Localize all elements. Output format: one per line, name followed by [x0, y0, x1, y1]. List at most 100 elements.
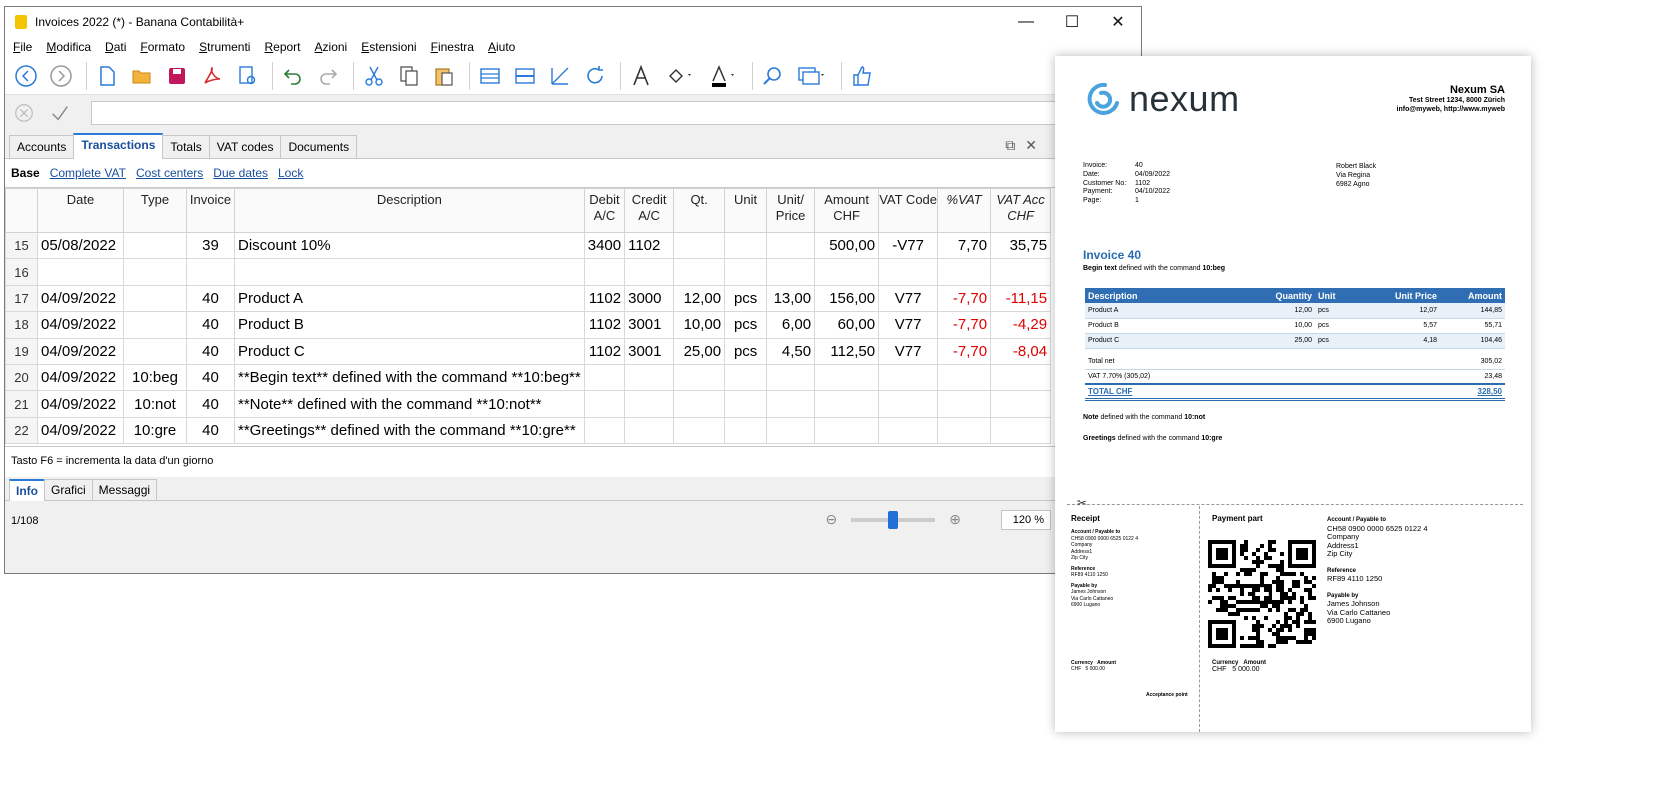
cell-type[interactable] [123, 337, 187, 365]
forward-icon[interactable] [46, 61, 76, 91]
thumbs-up-icon[interactable] [847, 61, 877, 91]
close-button[interactable]: ✕ [1095, 7, 1141, 37]
tab-messaggi[interactable]: Messaggi [91, 479, 158, 500]
cell-debit-account[interactable] [583, 258, 626, 286]
table-row[interactable]: 16 [5, 258, 1052, 286]
fill-color-icon[interactable] [661, 61, 699, 91]
cell-description[interactable]: Discount 10% [234, 231, 585, 260]
column-header-description[interactable]: Description [234, 188, 585, 233]
cell-description[interactable] [234, 258, 585, 286]
view-lock[interactable]: Lock [278, 166, 303, 180]
tab-vat-codes[interactable]: VAT codes [208, 135, 282, 158]
tab-info[interactable]: Info [9, 479, 45, 501]
cell-type[interactable] [123, 231, 187, 260]
cut-icon[interactable] [359, 61, 389, 91]
cell-vat-percent[interactable] [937, 258, 992, 286]
column-header-unit[interactable]: Unit [724, 188, 768, 233]
cell-amount[interactable] [814, 258, 880, 286]
cell-invoice[interactable]: 40 [186, 284, 235, 313]
cell-amount[interactable] [814, 390, 880, 418]
cell-unit-price[interactable] [766, 231, 816, 260]
cell-unit-price[interactable] [766, 390, 816, 418]
cell-debit-account[interactable]: 1102 [583, 284, 626, 313]
zoom-level-field[interactable]: 120 % [1001, 510, 1051, 530]
cell-row-number[interactable]: 16 [5, 258, 38, 286]
cell-vat-percent[interactable]: 7,70 [937, 231, 992, 260]
cell-invoice[interactable]: 40 [186, 390, 235, 418]
zoom-slider-thumb[interactable] [888, 510, 899, 529]
menu-azioni[interactable]: Azioni [315, 40, 348, 54]
new-file-icon[interactable] [92, 61, 122, 91]
pdf-icon[interactable] [197, 61, 227, 91]
cell-quantity[interactable] [673, 258, 726, 286]
cell-amount[interactable]: 156,00 [814, 284, 880, 313]
cell-vat-code[interactable] [878, 416, 939, 445]
cell-amount[interactable]: 112,50 [814, 337, 880, 365]
tab-grafici[interactable]: Grafici [44, 479, 93, 500]
cell-unit[interactable]: pcs [724, 284, 768, 313]
cell-date[interactable]: 04/09/2022 [37, 311, 124, 339]
zoom-slider[interactable] [851, 510, 936, 529]
font-icon[interactable] [626, 61, 656, 91]
cell-type[interactable] [123, 311, 187, 339]
cell-debit-account[interactable]: 1102 [583, 337, 626, 365]
cell-vat-percent[interactable]: -7,70 [937, 311, 992, 339]
view-complete-vat[interactable]: Complete VAT [50, 166, 126, 180]
cell-quantity[interactable] [673, 363, 726, 392]
menu-dati[interactable]: Dati [105, 40, 126, 54]
table-row[interactable]: 15 05/08/2022 39 Discount 10% 3400 1102 500,00… [5, 231, 1052, 260]
cell-edit-input[interactable] [91, 101, 1141, 125]
open-folder-icon[interactable] [127, 61, 157, 91]
cell-vat-code[interactable] [878, 390, 939, 418]
cell-unit[interactable]: pcs [724, 311, 768, 339]
tab-documents[interactable]: Documents [280, 135, 358, 158]
insert-row-icon[interactable] [510, 61, 540, 91]
zoom-out-icon[interactable]: ⊖ [826, 511, 838, 528]
cell-type[interactable]: 10:beg [123, 363, 187, 392]
view-cost-centers[interactable]: Cost centers [136, 166, 203, 180]
redo-icon[interactable] [313, 61, 343, 91]
cell-vat-code[interactable]: V77 [878, 337, 939, 365]
cell-row-number[interactable]: 20 [5, 363, 38, 392]
cell-vat-account-chf[interactable]: 35,75 [990, 231, 1052, 260]
cell-quantity[interactable]: 10,00 [673, 311, 726, 339]
cell-invoice[interactable]: 40 [186, 363, 235, 392]
window-layout-icon[interactable] [793, 61, 831, 91]
menu-strumenti[interactable]: Strumenti [199, 40, 250, 54]
cell-credit-account[interactable]: 1102 [624, 231, 675, 260]
paste-icon[interactable] [429, 61, 459, 91]
cell-debit-account[interactable] [583, 390, 626, 418]
cell-invoice[interactable]: 39 [186, 231, 235, 260]
cell-type[interactable] [123, 258, 187, 286]
cell-unit[interactable]: pcs [724, 337, 768, 365]
text-color-icon[interactable] [704, 61, 742, 91]
cell-amount[interactable]: 60,00 [814, 311, 880, 339]
cell-debit-account[interactable] [583, 416, 626, 445]
cell-debit-account[interactable] [583, 363, 626, 392]
column-header-row-number[interactable] [5, 188, 38, 233]
format-column-icon[interactable] [545, 61, 575, 91]
view-due-dates[interactable]: Due dates [213, 166, 268, 180]
cell-vat-account-chf[interactable] [990, 390, 1052, 418]
cell-unit[interactable] [724, 231, 768, 260]
cell-vat-code[interactable]: -V77 [878, 231, 939, 260]
cell-amount[interactable]: 500,00 [814, 231, 880, 260]
cell-debit-account[interactable]: 1102 [583, 311, 626, 339]
table-row[interactable]: 22 04/09/2022 10:gre 40 **Greetings** define… [5, 416, 1052, 445]
cell-date[interactable]: 04/09/2022 [37, 416, 124, 445]
cell-description[interactable]: Product A [234, 284, 585, 313]
menu-file[interactable]: File [13, 40, 32, 54]
cell-credit-account[interactable]: 3000 [624, 284, 675, 313]
cell-unit-price[interactable] [766, 416, 816, 445]
column-header-vat-code[interactable]: VAT Code [878, 188, 939, 233]
cell-invoice[interactable]: 40 [186, 337, 235, 365]
cell-credit-account[interactable]: 3001 [624, 311, 675, 339]
cell-date[interactable] [37, 258, 124, 286]
table-row[interactable]: 19 04/09/2022 40 Product C 1102 3001 25,00 pcs 4… [5, 337, 1052, 365]
cell-vat-percent[interactable] [937, 390, 992, 418]
column-header-amount[interactable]: Amount CHF [814, 188, 880, 233]
cell-invoice[interactable]: 40 [186, 416, 235, 445]
cell-amount[interactable] [814, 416, 880, 445]
column-header-quantity[interactable]: Qt. [673, 188, 726, 233]
menu-modifica[interactable]: Modifica [46, 40, 91, 54]
